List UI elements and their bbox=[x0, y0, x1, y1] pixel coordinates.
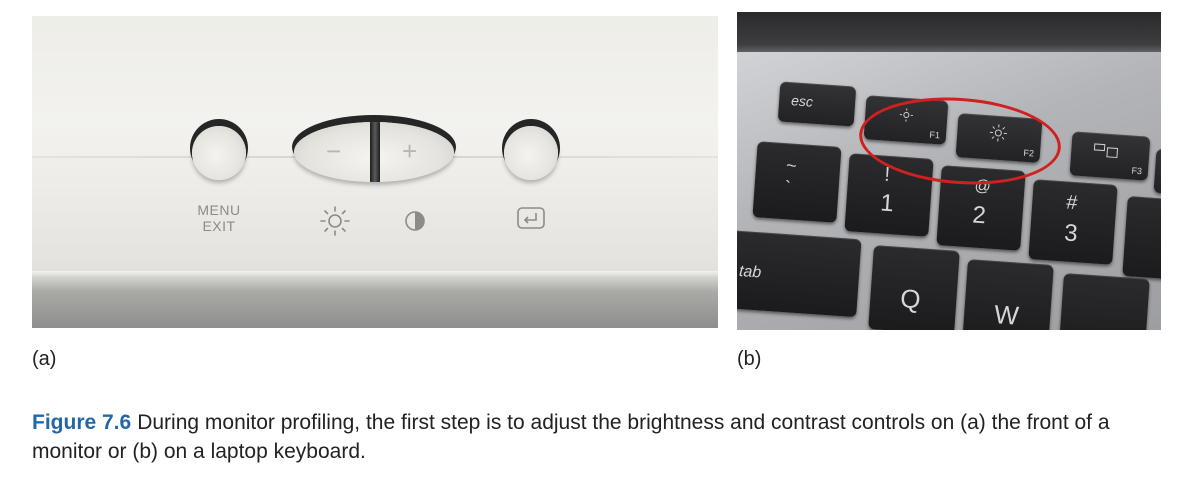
key-tab: tab bbox=[737, 228, 862, 318]
menu-exit-legend: MENU EXIT bbox=[182, 202, 256, 234]
key-w: W bbox=[962, 259, 1054, 330]
key-e-partial bbox=[1058, 273, 1150, 330]
panel-a-label: (a) bbox=[32, 348, 57, 370]
key-f4-partial bbox=[1153, 148, 1161, 196]
expose-icon bbox=[1093, 143, 1119, 159]
laptop-keyboard-photo: esc F1 F2 F3 ~ ` ! 1 @ 2 # 3 tab Q W bbox=[737, 12, 1161, 330]
key-w-label: W bbox=[993, 299, 1020, 330]
contrast-icon bbox=[405, 211, 425, 231]
key-q-label: Q bbox=[899, 283, 922, 315]
minus-glyph: − bbox=[326, 136, 342, 166]
plus-glyph: + bbox=[402, 136, 418, 166]
key-tilde-top: ~ bbox=[785, 155, 798, 176]
key-1-bottom: 1 bbox=[879, 189, 895, 218]
key-f3: F3 bbox=[1069, 131, 1151, 181]
key-2-bottom: 2 bbox=[971, 201, 987, 230]
menu-label: MENU bbox=[197, 202, 241, 218]
enter-icon bbox=[517, 207, 545, 229]
key-4-partial bbox=[1122, 196, 1161, 280]
enter-button bbox=[504, 126, 558, 180]
key-3-top: # bbox=[1065, 191, 1079, 215]
key-tilde: ~ ` bbox=[752, 141, 842, 223]
key-tilde-bottom: ` bbox=[783, 177, 792, 198]
key-esc-label: esc bbox=[790, 92, 814, 110]
key-tab-label: tab bbox=[738, 262, 762, 282]
key-3-bottom: 3 bbox=[1063, 219, 1079, 248]
rocker-divider bbox=[370, 122, 380, 182]
key-q: Q bbox=[868, 245, 960, 330]
brightness-icon bbox=[320, 206, 350, 236]
menu-exit-button bbox=[192, 126, 246, 180]
bezel-lower-edge bbox=[32, 276, 718, 328]
monitor-photo: MENU EXIT − + bbox=[32, 16, 718, 328]
figure-number: Figure 7.6 bbox=[32, 411, 132, 434]
exit-label: EXIT bbox=[202, 218, 236, 234]
caption-text: During monitor profiling, the first step… bbox=[32, 411, 1110, 463]
key-f3-label: F3 bbox=[1131, 165, 1143, 177]
brightness-contrast-rocker: − + bbox=[294, 122, 454, 182]
key-3: # 3 bbox=[1028, 179, 1118, 265]
figure-caption: Figure 7.6 During monitor profiling, the … bbox=[32, 408, 1172, 466]
key-esc: esc bbox=[777, 81, 857, 127]
panel-b-label: (b) bbox=[737, 348, 762, 370]
